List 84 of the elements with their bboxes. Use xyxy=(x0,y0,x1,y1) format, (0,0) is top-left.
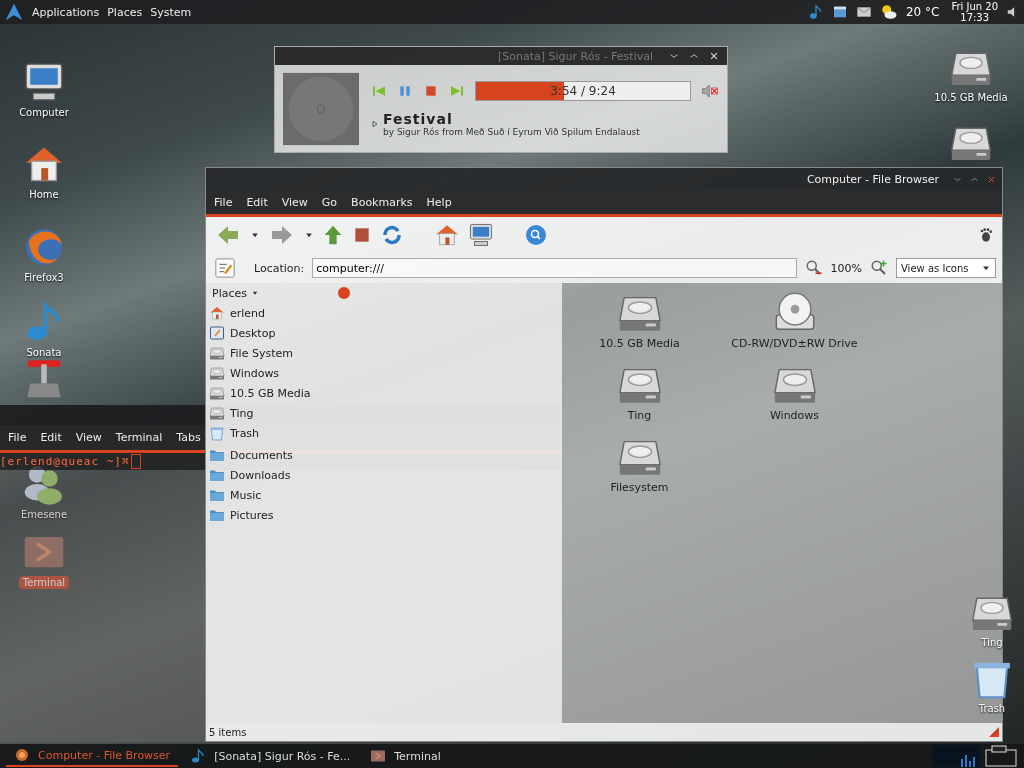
sidebar-item[interactable]: Music xyxy=(230,488,262,502)
sidebar-item[interactable]: Ting xyxy=(230,406,254,420)
song-title: Festival xyxy=(383,110,454,127)
desktop-icon xyxy=(209,325,225,341)
menu-item[interactable]: Tabs xyxy=(176,431,201,444)
taskbar-button[interactable]: Computer - File Browser xyxy=(6,745,179,767)
hard-drive-icon xyxy=(209,365,225,381)
sidebar-item[interactable]: Downloads xyxy=(230,468,291,482)
desktop-icon-label[interactable]: Firefox3 xyxy=(20,271,68,284)
trash-can-icon xyxy=(209,425,225,441)
search-icon[interactable] xyxy=(524,223,548,247)
zoom-in-icon[interactable] xyxy=(870,259,888,277)
album-cover-icon xyxy=(283,70,359,147)
caret-icon xyxy=(251,289,259,297)
computer-icon[interactable] xyxy=(22,60,66,104)
menu-item[interactable]: File xyxy=(214,195,233,209)
menu-item[interactable]: Terminal xyxy=(115,431,163,444)
hard-drive-icon xyxy=(209,385,225,401)
menu-item[interactable]: Bookmarks xyxy=(351,195,413,209)
time-text: 3:54 / 9:24 xyxy=(550,83,616,98)
stop-icon[interactable] xyxy=(352,225,372,245)
panel-menu[interactable]: System xyxy=(150,5,192,19)
sidebar-item[interactable]: Trash xyxy=(230,426,260,440)
zoom-out-icon[interactable] xyxy=(804,259,823,277)
places-dropdown[interactable]: Places xyxy=(210,285,261,301)
arch-logo-icon[interactable] xyxy=(4,2,24,22)
computer-icon[interactable] xyxy=(468,222,494,248)
sidebar-item[interactable]: Documents xyxy=(230,448,293,462)
up-arrow-icon[interactable] xyxy=(322,223,344,247)
globe-icon xyxy=(14,747,30,763)
location-label: Location: xyxy=(254,261,305,275)
desktop-icon-label[interactable]: Sonata xyxy=(22,346,66,359)
envelope-icon[interactable] xyxy=(855,4,872,20)
workspace-switcher-icon[interactable] xyxy=(984,744,1018,768)
sidebar-item[interactable]: 10.5 GB Media xyxy=(230,386,311,400)
panel-menu[interactable]: Applications xyxy=(32,5,100,19)
reload-icon[interactable] xyxy=(380,223,404,247)
file-icon-label[interactable]: Ting xyxy=(627,409,652,422)
file-icon-label[interactable]: Windows xyxy=(769,409,820,422)
menu-item[interactable]: View xyxy=(281,195,308,209)
view-mode-dropdown[interactable]: View as Icons xyxy=(896,258,996,278)
resize-grip-icon[interactable] xyxy=(988,726,1000,738)
menu-item[interactable]: File xyxy=(8,431,27,444)
desktop-icon-label[interactable]: Emesene xyxy=(16,508,72,521)
taskbar-button[interactable]: Terminal xyxy=(362,745,449,767)
file-icon-label[interactable]: 10.5 GB Media xyxy=(599,337,680,350)
desktop-icon-label[interactable]: Computer xyxy=(15,106,73,119)
desktop-icon-label[interactable]: Home xyxy=(25,188,63,201)
edit-location-icon[interactable] xyxy=(214,257,236,279)
status-text: 5 items xyxy=(209,726,247,738)
sidebar-item[interactable]: Pictures xyxy=(230,508,274,522)
clock[interactable]: Fri Jun 20 17:33 xyxy=(951,1,998,23)
zoom-level: 100% xyxy=(830,261,862,275)
footprint-icon[interactable] xyxy=(978,227,994,243)
file-icon-label[interactable]: Filesystem xyxy=(610,481,669,494)
song-info: by Sigur Rós from Með Suð í Eyrum Við Spilum Endalaust xyxy=(383,126,640,137)
sidebar-item[interactable]: erlend xyxy=(230,306,266,320)
window-icon[interactable] xyxy=(831,4,848,20)
hard-drive-icon xyxy=(209,345,225,361)
menu-item[interactable]: Go xyxy=(321,195,338,209)
menu-item[interactable]: Edit xyxy=(40,431,62,444)
window-title: [Sonata] Sigur Rós - Festival xyxy=(497,49,653,63)
sun-cloud-icon[interactable] xyxy=(879,3,898,21)
menu-item[interactable]: View xyxy=(75,431,102,444)
taskbar-button[interactable]: [Sonata] Sigur Rós - Fe... xyxy=(182,745,359,767)
panel-menu[interactable]: Places xyxy=(107,5,143,19)
file-icon-label[interactable]: CD-RW/DVD±RW Drive xyxy=(731,337,858,350)
close-sidebar-icon[interactable] xyxy=(336,285,352,301)
location-field[interactable]: computer:/// xyxy=(312,258,797,278)
terminal-icon xyxy=(370,748,387,764)
progress-bar[interactable]: 3:54 / 9:24 xyxy=(475,80,691,101)
menu-item[interactable]: Help xyxy=(426,195,452,209)
sidebar-item[interactable]: Windows xyxy=(230,366,280,380)
menu-item[interactable]: Edit xyxy=(246,195,268,209)
expander-icon[interactable] xyxy=(371,119,379,128)
desktop-icon-label[interactable]: 10.5 GB Media xyxy=(930,91,1012,104)
sidebar-item[interactable]: File System xyxy=(230,346,293,360)
window-title: Computer - File Browser xyxy=(806,172,939,186)
temperature-text: 20 °C xyxy=(905,5,940,19)
hard-drive-icon xyxy=(209,405,225,421)
prompt-text: [erlend@queac ~]⌘ xyxy=(0,455,130,468)
sidebar-item[interactable]: Desktop xyxy=(230,326,276,340)
music-note-icon[interactable] xyxy=(807,4,824,20)
house-icon xyxy=(209,305,225,321)
